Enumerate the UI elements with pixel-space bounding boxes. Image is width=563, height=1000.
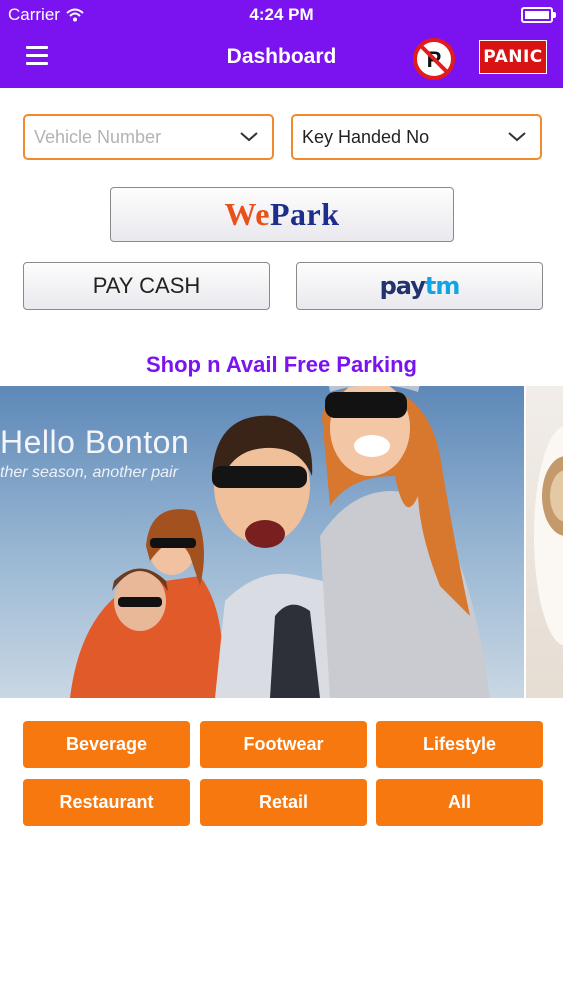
promo-banner-carousel[interactable]: Hello Bonton ther season, another pair <box>0 386 563 698</box>
wepark-button[interactable]: WePark <box>110 187 454 242</box>
pay-cash-button[interactable]: PAY CASH <box>23 262 270 310</box>
category-footwear-button[interactable]: Footwear <box>200 721 367 768</box>
panic-button[interactable]: PANIC <box>479 40 547 74</box>
category-all-button[interactable]: All <box>376 779 543 826</box>
category-beverage-button[interactable]: Beverage <box>23 721 190 768</box>
paytm-button[interactable]: paytm <box>296 262 543 310</box>
banner-headline: Hello Bonton <box>0 424 190 460</box>
banner-tagline: ther season, another pair <box>0 464 178 481</box>
chevron-down-icon <box>240 132 258 142</box>
category-retail-button[interactable]: Retail <box>200 779 367 826</box>
vehicle-number-placeholder: Vehicle Number <box>34 126 162 147</box>
key-handed-value: Key Handed No <box>302 126 430 147</box>
promo-title: Shop n Avail Free Parking <box>146 352 417 377</box>
key-handed-select[interactable]: Key Handed No <box>291 114 542 160</box>
category-restaurant-button[interactable]: Restaurant <box>23 779 190 826</box>
vehicle-number-select[interactable]: Vehicle Number <box>23 114 274 160</box>
promo-banner-slide[interactable]: Hello Bonton ther season, another pair <box>0 386 524 698</box>
promo-banner-next-slide[interactable] <box>526 386 563 698</box>
nav-bar: Dashboard P PANIC <box>0 30 563 88</box>
no-parking-icon[interactable]: P <box>413 38 455 80</box>
status-time: 4:24 PM <box>249 5 314 24</box>
paytm-logo: paytm <box>379 272 461 300</box>
chevron-down-icon <box>508 132 526 142</box>
wepark-logo: WePark <box>224 196 340 232</box>
category-lifestyle-button[interactable]: Lifestyle <box>376 721 543 768</box>
coffee-cup-image <box>534 426 563 646</box>
battery-icon <box>521 7 556 23</box>
status-bar: Carrier 4:24 PM <box>0 0 563 30</box>
